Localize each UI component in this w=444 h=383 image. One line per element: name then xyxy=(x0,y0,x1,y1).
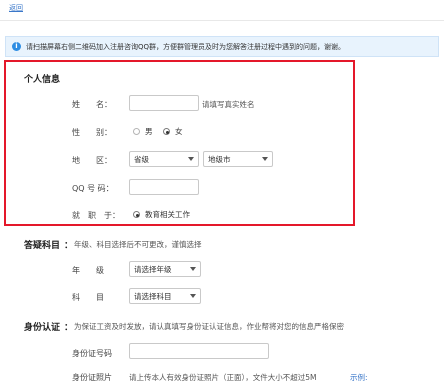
gender-male-label: 男 xyxy=(145,127,153,136)
grade-select[interactable]: 请选择年级 xyxy=(129,261,201,277)
subject-select[interactable]: 请选择科目 xyxy=(129,288,201,304)
notice-banner: i 请扫描屏幕右侧二维码加入注册咨询QQ群，方便群管理员及时为您解答注册过程中遇… xyxy=(5,36,439,57)
grade-value: 请选择年级 xyxy=(134,264,172,274)
gender-male-radio[interactable] xyxy=(133,128,140,135)
qq-label: QQ 号 码： xyxy=(72,184,114,193)
subject-value: 请选择科目 xyxy=(134,291,172,301)
chevron-down-icon xyxy=(190,267,196,271)
info-icon: i xyxy=(12,42,21,51)
province-value: 省级 xyxy=(134,154,149,164)
name-label: 姓 名： xyxy=(72,100,112,109)
gender-female-label: 女 xyxy=(175,127,183,136)
back-link[interactable]: 返回 xyxy=(9,3,23,13)
name-input[interactable] xyxy=(129,95,199,111)
id-photo-hint: 请上传本人有效身份证照片（正面），文件大小不超过5M xyxy=(129,373,317,382)
id-photo-label: 身份证照片 xyxy=(72,373,112,382)
chevron-down-icon xyxy=(190,294,196,298)
subject-label: 科 目 xyxy=(72,293,104,302)
subject-title: 答疑科目 xyxy=(24,241,61,251)
divider xyxy=(0,20,444,21)
identity-note: 为保证工资及时发放，请认真填写身份证认证信息，作业帮将对您的信息严格保密 xyxy=(74,322,344,331)
personal-info-title: 个人信息 xyxy=(24,75,61,85)
id-number-input[interactable] xyxy=(129,343,269,359)
chevron-down-icon xyxy=(188,157,194,161)
province-select[interactable]: 省级 xyxy=(129,151,199,167)
job-option-label: 教育相关工作 xyxy=(145,210,190,219)
subject-note: 年级、科目选择后不可更改，谨慎选择 xyxy=(74,240,202,249)
qq-input[interactable] xyxy=(129,179,199,195)
name-hint: 请填写真实姓名 xyxy=(202,100,255,109)
job-label: 就 职 于： xyxy=(72,211,120,220)
example-link[interactable]: 示例: xyxy=(350,372,368,383)
city-value: 地级市 xyxy=(208,154,231,164)
chevron-down-icon xyxy=(262,157,268,161)
gender-label: 性 别： xyxy=(72,128,112,137)
grade-label: 年 级 xyxy=(72,266,104,275)
job-radio[interactable] xyxy=(133,211,140,218)
city-select[interactable]: 地级市 xyxy=(203,151,273,167)
identity-title: 身份认证 xyxy=(24,323,61,333)
notice-text: 请扫描屏幕右侧二维码加入注册咨询QQ群，方便群管理员及时为您解答注册过程中遇到的… xyxy=(26,42,346,51)
region-label: 地 区： xyxy=(72,156,112,165)
id-number-label: 身份证号码 xyxy=(72,349,112,358)
gender-female-radio[interactable] xyxy=(163,128,170,135)
